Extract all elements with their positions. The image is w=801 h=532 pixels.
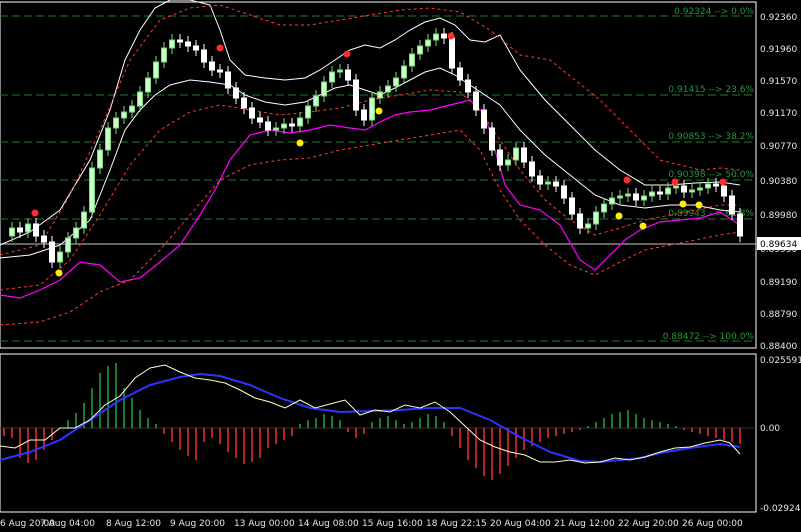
time-label: 18 Aug 22:15 <box>426 519 487 529</box>
indicator-tick: 0.00 <box>760 424 780 434</box>
price-tick: 0.90770 <box>760 142 797 152</box>
time-label: 8 Aug 12:00 <box>106 519 161 529</box>
price-tick: 0.91960 <box>760 45 797 55</box>
price-axis: 0.92360 0.91960 0.91570 0.91170 0.90770 … <box>0 13 801 529</box>
price-tick: 0.91570 <box>760 77 797 87</box>
price-tick: 0.91170 <box>760 109 797 119</box>
time-label: 14 Aug 08:00 <box>298 519 359 529</box>
time-label: 22 Aug 20:00 <box>618 519 679 529</box>
price-tick: 0.88400 <box>760 342 797 352</box>
time-label: 26 Aug 00:00 <box>682 519 743 529</box>
price-tick: 0.89190 <box>760 278 797 288</box>
time-label: 21 Aug 12:00 <box>554 519 615 529</box>
price-tick: 0.88790 <box>760 310 797 320</box>
indicator-tick: -0.029249 <box>760 504 801 514</box>
time-label: 13 Aug 00:00 <box>234 519 295 529</box>
price-tick: 0.90380 <box>760 177 797 187</box>
price-tick: 0.92360 <box>760 13 797 23</box>
current-price-label: 0.89634 <box>760 240 797 250</box>
indicator-tick: 0.025591 <box>760 356 801 366</box>
trading-chart[interactable]: 0.92324 --> 0.0% 0.91415 --> 23.6% 0.908… <box>0 0 801 532</box>
time-label: 7 Aug 04:00 <box>40 519 95 529</box>
time-label: 15 Aug 16:00 <box>362 519 423 529</box>
price-tick: 0.89980 <box>760 211 797 221</box>
time-label: 20 Aug 04:00 <box>490 519 551 529</box>
time-label: 9 Aug 20:00 <box>170 519 225 529</box>
